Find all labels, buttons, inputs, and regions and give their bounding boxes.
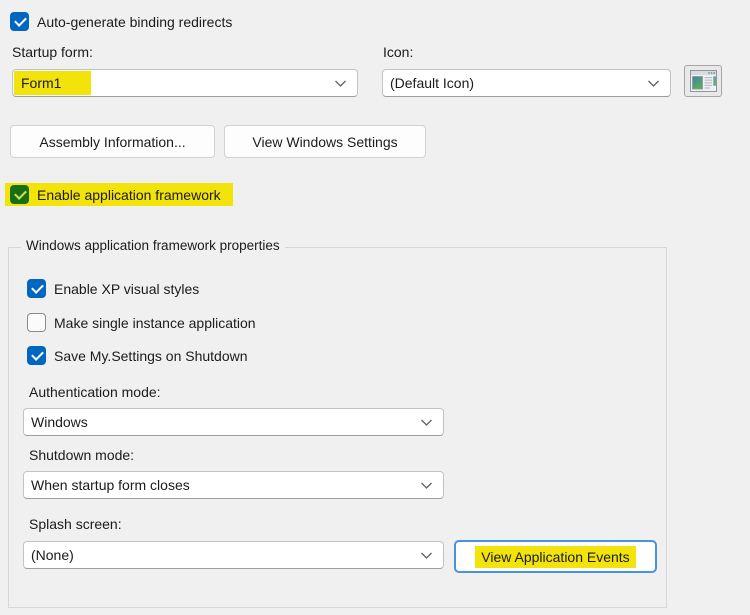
application-properties-page: { "colors": { "background": "#f0f0f0", "… <box>0 0 750 615</box>
auto-generate-binding-redirects-row: Auto-generate binding redirects <box>10 12 232 31</box>
shutdown-mode-label: Shutdown mode: <box>29 447 134 463</box>
enable-xp-visual-styles-row: Enable XP visual styles <box>27 279 199 298</box>
shutdown-mode-dropdown[interactable]: When startup form closes <box>23 471 444 499</box>
splash-screen-label: Splash screen: <box>29 516 122 532</box>
icon-value: (Default Icon) <box>390 75 474 91</box>
application-window-icon <box>690 70 717 92</box>
chevron-down-icon <box>420 418 433 427</box>
chevron-down-icon <box>647 79 660 88</box>
browse-icon-button[interactable] <box>684 65 722 97</box>
startup-form-value: Form1 <box>14 71 91 95</box>
chevron-down-icon <box>420 551 433 560</box>
make-single-instance-label: Make single instance application <box>54 315 256 331</box>
view-application-events-label: View Application Events <box>475 546 635 568</box>
startup-form-dropdown[interactable]: Form1 <box>12 69 358 97</box>
enable-xp-visual-styles-label: Enable XP visual styles <box>54 281 199 297</box>
enable-application-framework-label: Enable application framework <box>37 187 221 203</box>
assembly-information-button[interactable]: Assembly Information... <box>10 125 215 158</box>
authentication-mode-dropdown[interactable]: Windows <box>23 408 444 436</box>
icon-label: Icon: <box>383 44 413 60</box>
enable-application-framework-checkbox[interactable] <box>10 185 29 204</box>
enable-xp-visual-styles-checkbox[interactable] <box>27 279 46 298</box>
icon-dropdown[interactable]: (Default Icon) <box>382 69 671 97</box>
shutdown-mode-value: When startup form closes <box>31 477 190 493</box>
startup-form-label: Startup form: <box>12 44 93 60</box>
splash-screen-value: (None) <box>31 547 74 563</box>
save-my-settings-row: Save My.Settings on Shutdown <box>27 346 248 365</box>
group-title: Windows application framework properties <box>21 238 285 253</box>
make-single-instance-checkbox[interactable] <box>27 313 46 332</box>
view-windows-settings-button[interactable]: View Windows Settings <box>224 125 426 158</box>
splash-screen-dropdown[interactable]: (None) <box>23 541 444 569</box>
save-my-settings-checkbox[interactable] <box>27 346 46 365</box>
authentication-mode-label: Authentication mode: <box>29 384 161 400</box>
view-application-events-button[interactable]: View Application Events <box>454 540 657 573</box>
windows-application-framework-properties-group: Windows application framework properties… <box>8 247 667 608</box>
chevron-down-icon <box>334 79 347 88</box>
auto-generate-binding-redirects-checkbox[interactable] <box>10 12 29 31</box>
make-single-instance-row: Make single instance application <box>27 313 256 332</box>
save-my-settings-label: Save My.Settings on Shutdown <box>54 348 248 364</box>
chevron-down-icon <box>420 481 433 490</box>
auto-generate-binding-redirects-label: Auto-generate binding redirects <box>37 14 232 30</box>
authentication-mode-value: Windows <box>31 414 88 430</box>
enable-application-framework-row: Enable application framework <box>5 183 233 206</box>
